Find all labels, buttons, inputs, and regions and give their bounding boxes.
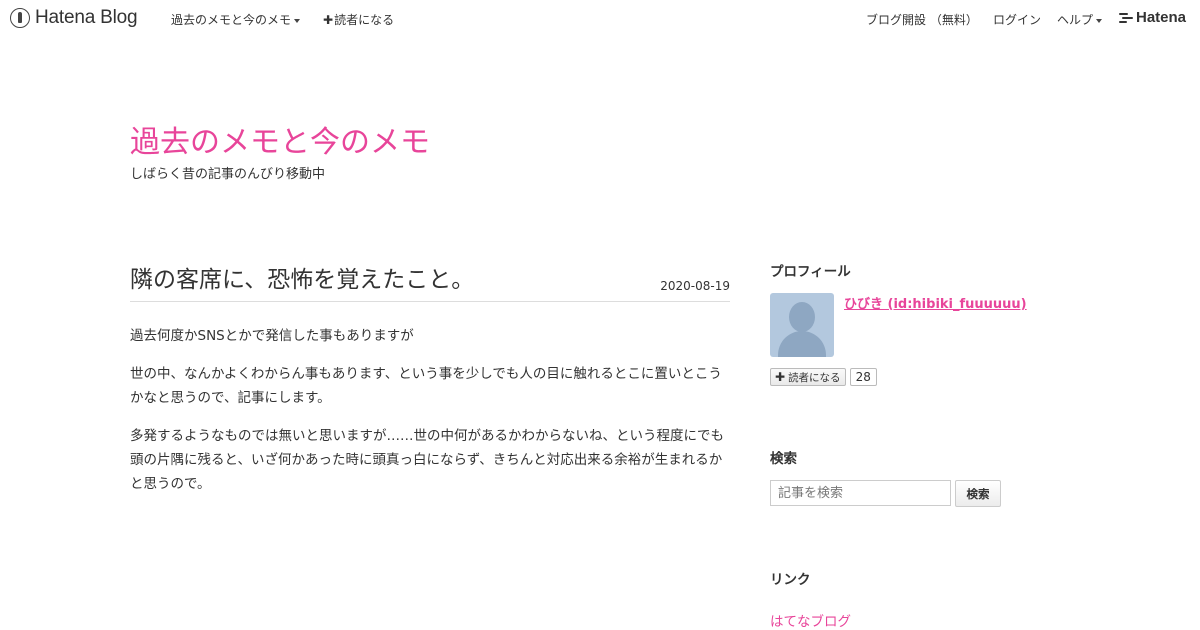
avatar[interactable] xyxy=(770,293,834,357)
follow-button[interactable]: ✚ 読者になる xyxy=(770,368,846,386)
entry-paragraph: 過去何度かSNSとかで発信した事もありますが xyxy=(130,328,414,344)
profile-name-link[interactable]: ひびき (id:hibiki_fuuuuuu) xyxy=(844,293,1027,312)
blog-menu-dropdown[interactable]: 過去のメモと今のメモ xyxy=(171,11,301,28)
hatena-mark-icon xyxy=(1119,12,1133,24)
link-hatena-blog[interactable]: はてなブログ xyxy=(770,610,851,630)
follow-button-label: 読者になる xyxy=(788,371,841,384)
open-blog-link[interactable]: ブログ開設 （無料） xyxy=(866,11,978,28)
global-header: Hatena Blog 過去のメモと今のメモ ✚読者になる ブログ開設 （無料）… xyxy=(0,0,1200,36)
profile-module-title: プロフィール xyxy=(770,264,851,280)
search-input[interactable] xyxy=(770,480,951,506)
entry-header: 隣の客席に、恐怖を覚えたこと。 2020-08-19 xyxy=(130,258,730,302)
blog-menu-label: 過去のメモと今のメモ xyxy=(171,13,292,27)
follow-row: ✚ 読者になる 28 xyxy=(770,368,877,386)
caret-down-icon xyxy=(1096,18,1103,23)
blog-description: しばらく昔の記事のんびり移動中 xyxy=(130,167,326,182)
subscribe-label: 読者になる xyxy=(334,13,395,27)
follower-count[interactable]: 28 xyxy=(849,368,877,386)
plus-icon: ✚ xyxy=(775,370,786,384)
login-link[interactable]: ログイン xyxy=(993,11,1041,28)
avatar-head-shape xyxy=(789,302,815,332)
caret-down-icon xyxy=(294,18,301,23)
help-label: ヘルプ xyxy=(1057,13,1094,27)
entry-date[interactable]: 2020-08-19 xyxy=(660,279,730,293)
entry-paragraph: 多発するようなものでは無いと思いますが……世の中何があるかわからないね、という程… xyxy=(130,428,724,492)
search-button[interactable]: 検索 xyxy=(955,480,1001,507)
plus-icon: ✚ xyxy=(323,13,334,27)
links-module-title: リンク xyxy=(770,572,811,588)
search-module-title: 検索 xyxy=(770,451,797,467)
hatena-blog-pen-icon xyxy=(10,8,30,28)
subscribe-link[interactable]: ✚読者になる xyxy=(323,11,394,28)
entry-article: 隣の客席に、恐怖を覚えたこと。 2020-08-19 過去何度かSNSとかで発信… xyxy=(130,258,730,510)
entry-title[interactable]: 隣の客席に、恐怖を覚えたこと。 xyxy=(130,260,474,294)
brand-text: Hatena xyxy=(1136,9,1187,26)
help-dropdown[interactable]: ヘルプ xyxy=(1057,11,1103,28)
blog-title[interactable]: 過去のメモと今のメモ xyxy=(130,117,430,161)
avatar-body-shape xyxy=(778,331,826,357)
hatena-brand-link[interactable]: Hatena xyxy=(1119,9,1186,26)
hatena-blog-logo[interactable]: Hatena Blog xyxy=(10,7,138,29)
entry-paragraph: 世の中、なんかよくわからん事もあります、という事を少しでも人の目に触れるとこに置… xyxy=(130,366,722,406)
entry-body: 過去何度かSNSとかで発信した事もありますが 世の中、なんかよくわからん事もあり… xyxy=(130,324,730,496)
logo-text: Hatena Blog xyxy=(35,7,138,28)
